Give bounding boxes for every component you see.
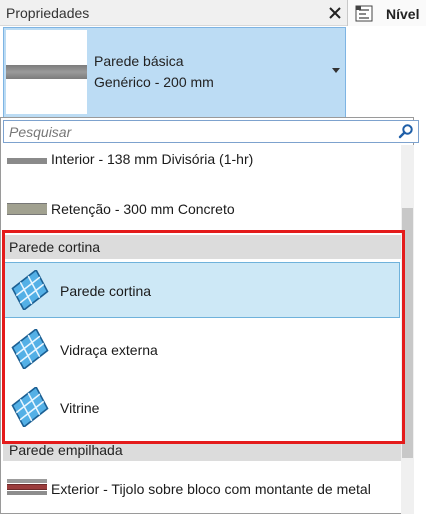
- close-icon: [329, 7, 341, 19]
- wall-preview-swatch: [6, 65, 87, 79]
- wall-swatch-icon: [7, 158, 47, 164]
- stacked-wall-icon: [7, 479, 47, 499]
- group-header-label: Parede empilhada: [9, 442, 123, 458]
- highlight-annotation: [2, 230, 405, 444]
- list-item[interactable]: Interior - 138 mm Divisória (1-hr): [3, 146, 401, 174]
- search-icon[interactable]: [398, 123, 414, 139]
- search-input[interactable]: [4, 121, 394, 142]
- type-name-label: Genérico - 200 mm: [94, 74, 214, 90]
- panel-title: Propriedades: [6, 5, 90, 21]
- list-item[interactable]: Retenção - 300 mm Concreto: [3, 194, 401, 224]
- list-item[interactable]: Exterior - Tijolo sobre bloco com montan…: [3, 466, 401, 512]
- level-icon[interactable]: [355, 5, 373, 22]
- list-item-label: Retenção - 300 mm Concreto: [51, 201, 235, 217]
- wall-swatch-icon: [7, 203, 47, 215]
- list-item-label: Exterior - Tijolo sobre bloco com montan…: [51, 481, 371, 497]
- list-item-label: Interior - 138 mm Divisória (1-hr): [51, 151, 254, 167]
- level-label[interactable]: Nível: [386, 6, 419, 22]
- type-family-label: Parede básica: [94, 53, 184, 69]
- close-button[interactable]: [325, 2, 345, 24]
- chevron-down-icon[interactable]: [332, 68, 340, 73]
